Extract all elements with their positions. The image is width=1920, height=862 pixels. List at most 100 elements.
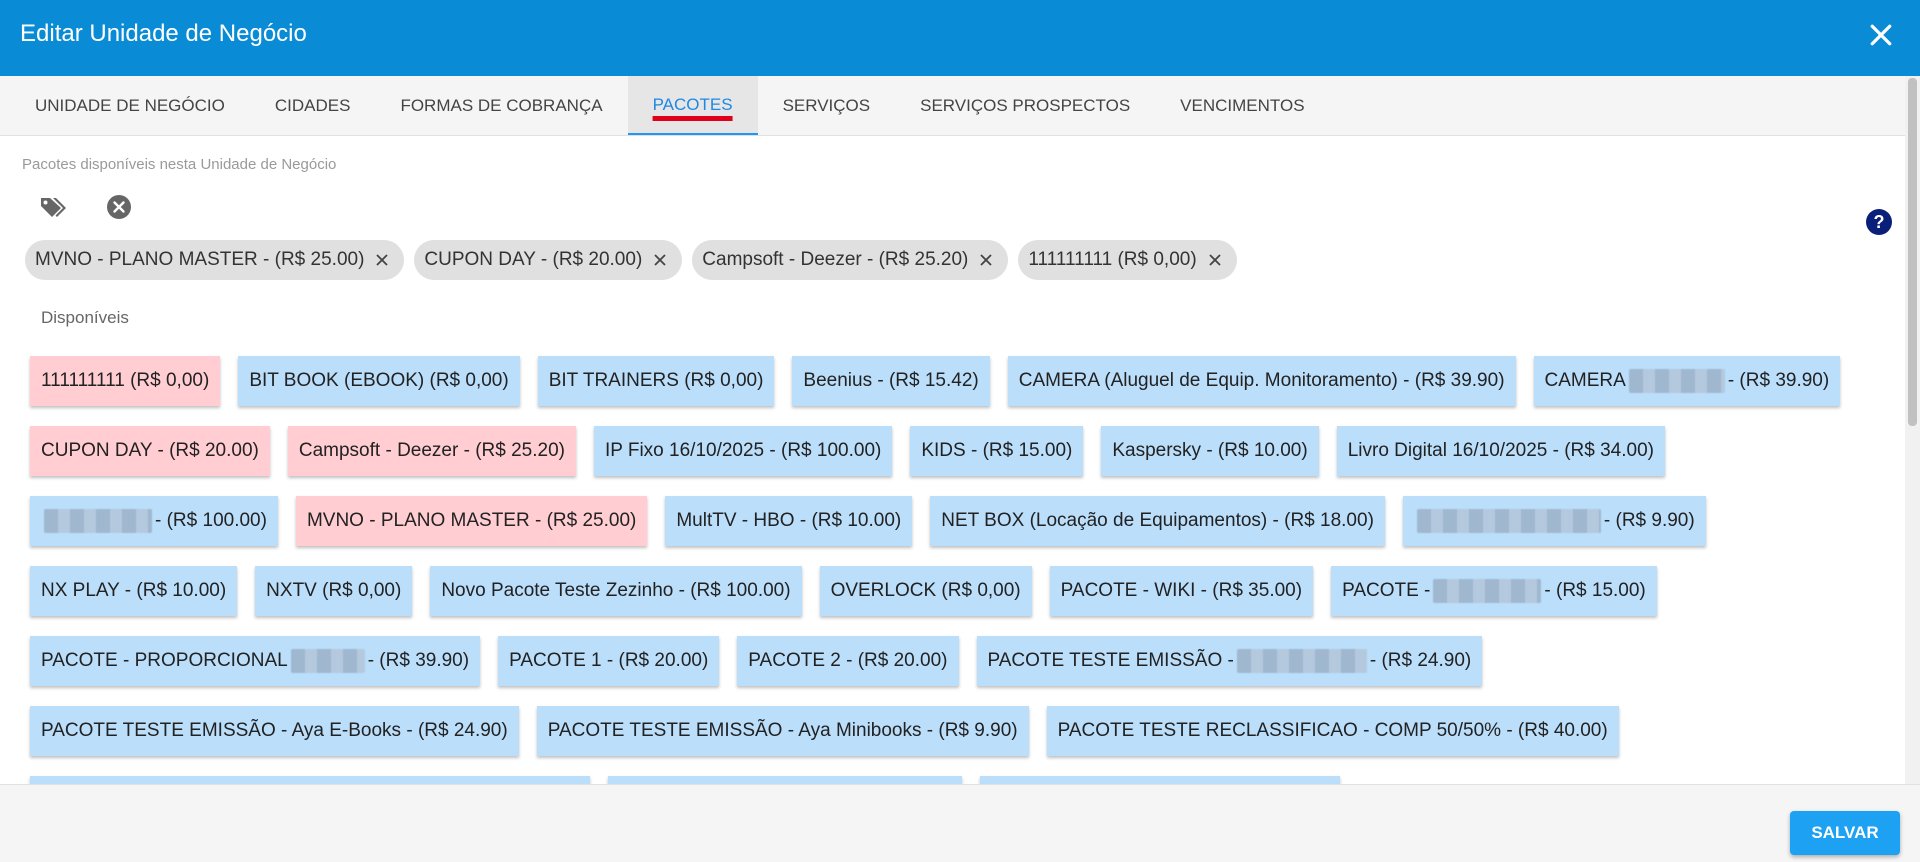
dialog-header: Editar Unidade de Negócio (0, 0, 1920, 76)
tab-servicos[interactable]: SERVIÇOS (758, 76, 896, 135)
package-item[interactable]: IP Fixo 16/10/2025 - (R$ 100.00) (593, 426, 893, 476)
selected-package-chip: MVNO - PLANO MASTER - (R$ 25.00) (25, 240, 405, 280)
package-label: PACOTE TESTE EMISSÃO - Aya E-Books - (R$… (41, 720, 508, 741)
tab-content: Pacotes disponíveis nesta Unidade de Neg… (0, 136, 1905, 784)
package-item[interactable]: OVERLOCK (R$ 0,00) (819, 566, 1032, 616)
available-packages: 111111111 (R$ 0,00) BIT BOOK (EBOOK) (R$… (30, 356, 1870, 784)
tab-label: FORMAS DE COBRANÇA (400, 95, 603, 115)
package-price: - (R$ 15.00) (1544, 580, 1646, 601)
package-item[interactable]: MVNO - PLANO MASTER - (R$ 25.00) (295, 496, 648, 546)
package-label: MVNO - PLANO MASTER - (R$ 25.00) (306, 510, 637, 531)
package-item[interactable]: Livro Digital 16/10/2025 - (R$ 34.00) (1336, 426, 1665, 476)
package-item[interactable]: PACOTE 2 - (R$ 20.00) (737, 636, 959, 686)
package-item[interactable]: KIDS - (R$ 15.00) (910, 426, 1084, 476)
remove-chip-icon[interactable] (978, 252, 994, 268)
package-item[interactable]: PACOTE TESTE EMISSÃO - - (R$ 24.90) (976, 636, 1483, 686)
tab-formas-de-cobranca[interactable]: FORMAS DE COBRANÇA (375, 76, 627, 135)
package-label: PACOTE 2 - (R$ 20.00) (748, 650, 948, 671)
package-item[interactable]: BIT TRAINERS (R$ 0,00) (537, 356, 775, 406)
scrollbar-thumb[interactable] (1908, 78, 1917, 426)
tags-icon[interactable] (38, 192, 68, 222)
package-item[interactable]: NX PLAY - (R$ 10.00) (30, 566, 238, 616)
save-button[interactable]: SALVAR (1790, 811, 1900, 855)
package-item[interactable]: Kaspersky - (R$ 10.00) (1101, 426, 1319, 476)
package-item[interactable]: PACOTE - PROPORCIONAL - (R$ 39.90) (30, 636, 481, 686)
package-label: IP Fixo 16/10/2025 - (R$ 100.00) (604, 440, 882, 461)
chip-label: CUPON DAY - (R$ 20.00) (424, 249, 643, 270)
package-item[interactable]: BIT BOOK (EBOOK) (R$ 0,00) (238, 356, 520, 406)
remove-chip-icon[interactable] (1207, 252, 1223, 268)
package-item[interactable]: NET BOX (Locação de Equipamentos) - (R$ … (930, 496, 1385, 546)
package-item[interactable]: Beenius - (R$ 15.42) (792, 356, 990, 406)
tab-pacotes[interactable]: PACOTES (627, 76, 758, 135)
package-label: PACOTE - WIKI - (R$ 35.00) (1060, 580, 1303, 601)
package-price: - (R$ 100.00) (155, 510, 267, 531)
package-item[interactable]: PACOTE TESTE EMISSÃO - Aya Minibooks - (… (536, 706, 1029, 756)
package-label: Kaspersky - (R$ 10.00) (1112, 440, 1308, 461)
packages-hint: Pacotes disponíveis nesta Unidade de Neg… (22, 156, 337, 173)
package-price: - (R$ 9.90) (1603, 510, 1695, 531)
tab-label: UNIDADE DE NEGÓCIO (35, 95, 225, 115)
tab-label: VENCIMENTOS (1180, 95, 1305, 115)
package-item-partial[interactable] (608, 776, 962, 784)
package-label: PACOTE TESTE EMISSÃO - Aya Minibooks - (… (547, 720, 1018, 741)
package-item[interactable]: NXTV (R$ 0,00) (255, 566, 413, 616)
package-label: NET BOX (Locação de Equipamentos) - (R$ … (941, 510, 1374, 531)
tab-label: SERVIÇOS PROSPECTOS (920, 95, 1131, 115)
package-item[interactable]: PACOTE TESTE RECLASSIFICAO - COMP 50/50%… (1046, 706, 1619, 756)
package-item[interactable]: Campsoft - Deezer - (R$ 25.20) (287, 426, 576, 476)
selected-package-chip: Campsoft - Deezer - (R$ 25.20) (692, 240, 1009, 280)
package-price: - (R$ 39.90) (1727, 370, 1830, 391)
package-label: BIT TRAINERS (R$ 0,00) (548, 370, 764, 391)
package-item[interactable]: PACOTE TESTE EMISSÃO - Aya E-Books - (R$… (30, 706, 519, 756)
package-label: KIDS - (R$ 15.00) (921, 440, 1073, 461)
package-label: PACOTE - PROPORCIONAL (41, 650, 288, 671)
package-label: PACOTE 1 - (R$ 20.00) (509, 650, 709, 671)
package-item[interactable]: - (R$ 9.90) (1402, 496, 1706, 546)
help-circle-icon[interactable]: ? (1865, 208, 1893, 236)
package-label: 111111111 (R$ 0,00) (41, 370, 210, 391)
package-item[interactable]: PACOTE - - (R$ 15.00) (1331, 566, 1657, 616)
tab-cidades[interactable]: CIDADES (250, 76, 376, 135)
package-item[interactable]: PACOTE - WIKI - (R$ 35.00) (1049, 566, 1314, 616)
remove-chip-icon[interactable] (374, 252, 390, 268)
tab-bar: UNIDADE DE NEGÓCIO CIDADES FORMAS DE COB… (0, 76, 1905, 136)
chip-label: MVNO - PLANO MASTER - (R$ 25.00) (35, 249, 365, 270)
package-item-partial[interactable] (30, 776, 590, 784)
package-item[interactable]: CAMERA - (R$ 39.90) (1533, 356, 1841, 406)
redacted-text (290, 649, 365, 673)
package-item[interactable]: MultTV - HBO - (R$ 10.00) (665, 496, 913, 546)
selected-packages: MVNO - PLANO MASTER - (R$ 25.00) CUPON D… (25, 240, 1237, 280)
chip-label: Campsoft - Deezer - (R$ 25.20) (702, 249, 969, 270)
tab-label: CIDADES (274, 95, 351, 115)
package-item[interactable]: PACOTE 1 - (R$ 20.00) (498, 636, 720, 686)
close-icon[interactable] (1866, 20, 1896, 50)
package-item[interactable]: CUPON DAY - (R$ 20.00) (30, 426, 270, 476)
scrollbar[interactable] (1905, 76, 1920, 784)
tab-unidade-de-negocio[interactable]: UNIDADE DE NEGÓCIO (10, 76, 250, 135)
tab-label: SERVIÇOS (782, 95, 871, 115)
package-label: CAMERA (1544, 370, 1626, 391)
remove-chip-icon[interactable] (652, 252, 668, 268)
package-label: PACOTE TESTE RECLASSIFICAO - COMP 50/50%… (1057, 720, 1608, 741)
package-item[interactable]: CAMERA (Aluguel de Equip. Monitoramento)… (1007, 356, 1516, 406)
tab-vencimentos[interactable]: VENCIMENTOS (1155, 76, 1329, 135)
package-item-partial[interactable] (980, 776, 1340, 784)
redacted-text (1236, 649, 1367, 673)
package-label: CUPON DAY - (R$ 20.00) (41, 440, 259, 461)
selected-package-chip: 111111111 (R$ 0,00) (1018, 240, 1237, 280)
package-label: Campsoft - Deezer - (R$ 25.20) (298, 440, 565, 461)
package-label: MultTV - HBO - (R$ 10.00) (676, 510, 902, 531)
package-label: Beenius - (R$ 15.42) (803, 370, 979, 391)
package-item[interactable]: Novo Pacote Teste Zezinho - (R$ 100.00) (430, 566, 802, 616)
tab-servicos-prospectos[interactable]: SERVIÇOS PROSPECTOS (895, 76, 1155, 135)
selected-package-chip: CUPON DAY - (R$ 20.00) (414, 240, 683, 280)
package-price: - (R$ 24.90) (1369, 650, 1472, 671)
clear-circle-icon[interactable] (104, 192, 134, 222)
available-label: Disponíveis (41, 308, 129, 327)
package-item[interactable]: - (R$ 100.00) (30, 496, 278, 546)
redacted-text (1628, 369, 1725, 393)
package-price: - (R$ 39.90) (367, 650, 470, 671)
package-item[interactable]: 111111111 (R$ 0,00) (30, 356, 221, 406)
package-label: NX PLAY - (R$ 10.00) (41, 580, 227, 601)
